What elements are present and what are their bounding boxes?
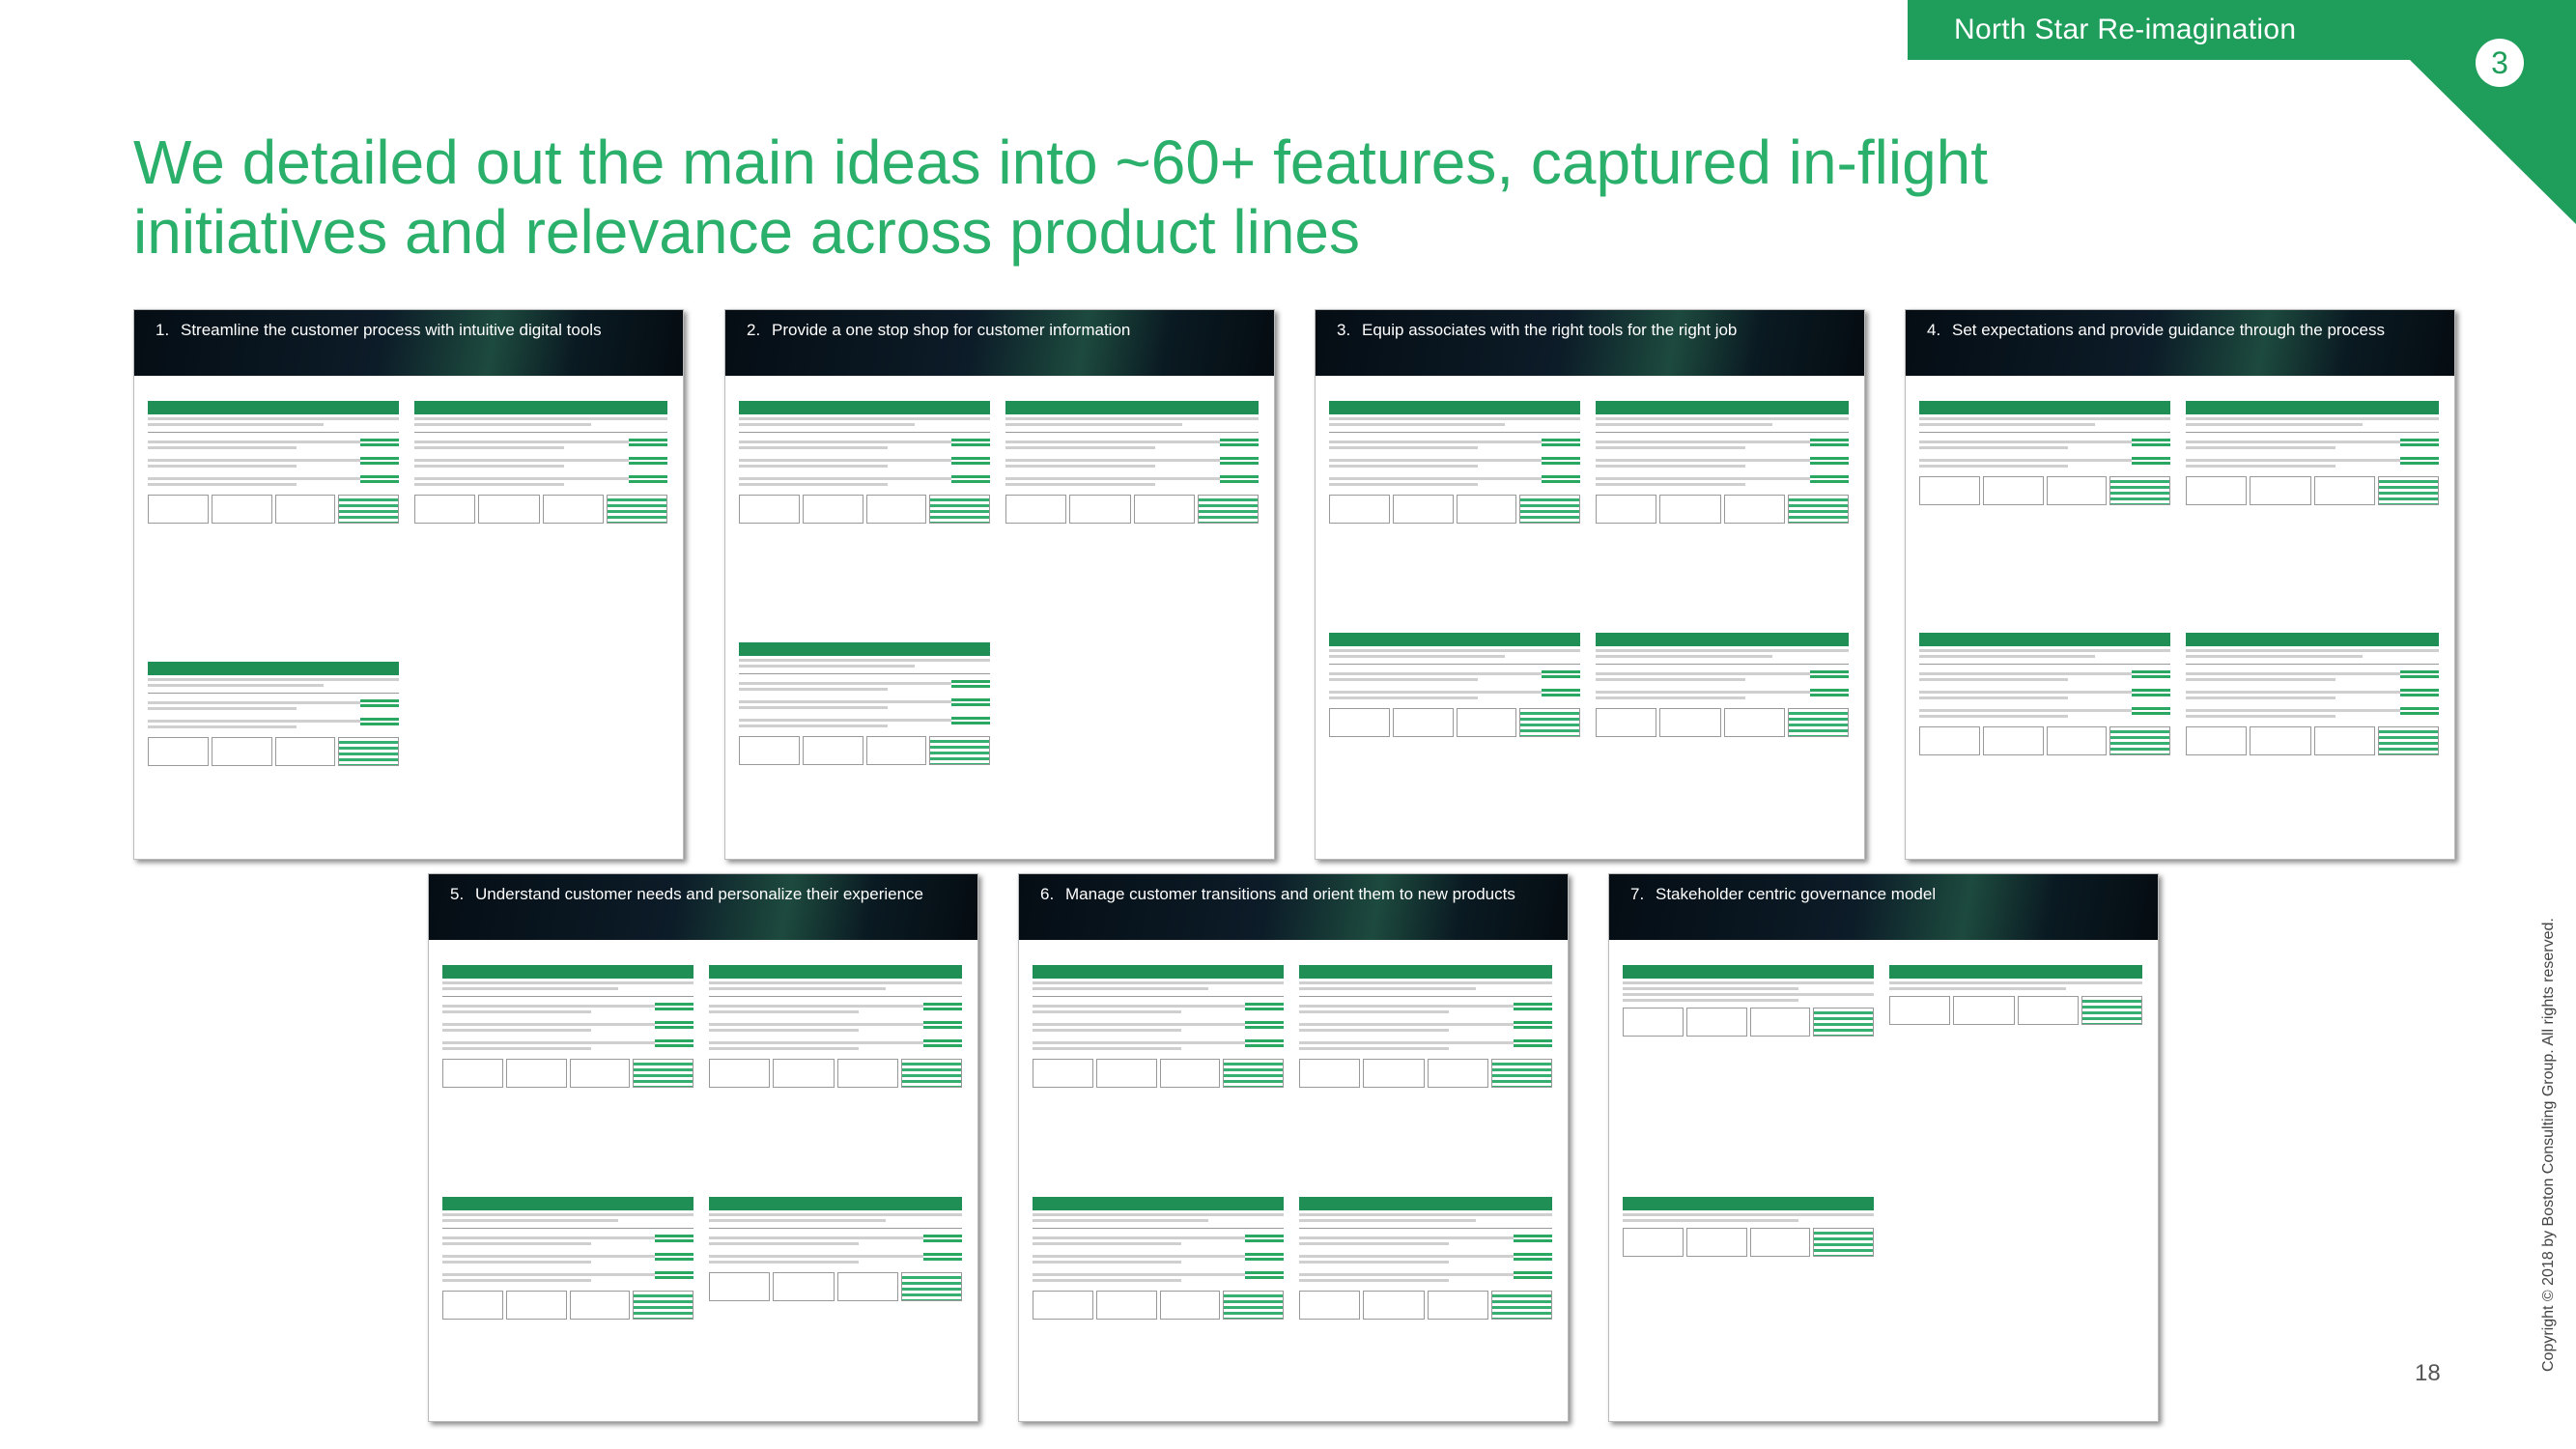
slide-thumbnail-number: 4. [1927,321,1941,339]
section-number-badge: 3 [2476,39,2524,87]
slide-thumbnail-body [1919,389,2441,847]
slide-thumbnail-title: Set expectations and provide guidance th… [1952,321,2385,339]
slide-thumbnail-4[interactable]: 4. Set expectations and provide guidance… [1905,309,2455,860]
slide-thumbnail-7[interactable]: 7. Stakeholder centric governance model [1608,873,2159,1422]
slide-thumbnail-title: Understand customer needs and personaliz… [475,885,923,903]
slide-thumbnail-header: 3. Equip associates with the right tools… [1316,310,1864,376]
slide-thumbnail-title: Stakeholder centric governance model [1656,885,1937,903]
slide-thumbnail-number: 7. [1630,885,1645,903]
slide-thumbnail-title: Streamline the customer process with int… [181,321,602,339]
slide-thumbnail-body [1033,953,1554,1409]
slide-thumbnail-body [1623,953,2144,1409]
slide-thumbnail-number: 3. [1337,321,1351,339]
slide-thumbnail-1[interactable]: 1. Streamline the customer process with … [133,309,684,860]
slide-thumbnail-6[interactable]: 6. Manage customer transitions and orien… [1018,873,1569,1422]
slide-thumbnail-5[interactable]: 5. Understand customer needs and persona… [428,873,978,1422]
slide-thumbnail-2[interactable]: 2. Provide a one stop shop for customer … [724,309,1275,860]
slide-thumbnail-number: 5. [450,885,465,903]
slide-thumbnail-title: Manage customer transitions and orient t… [1065,885,1515,903]
slide-thumbnail-header: 1. Streamline the customer process with … [134,310,683,376]
slide-thumbnail-header: 2. Provide a one stop shop for customer … [725,310,1274,376]
slide-thumbnail-header: 6. Manage customer transitions and orien… [1019,874,1568,940]
page-title-line2: initiatives and relevance across product… [133,197,1360,267]
page-title: We detailed out the main ideas into ~60+… [133,128,2258,267]
slide-thumbnail-title: Provide a one stop shop for customer inf… [772,321,1131,339]
section-number: 3 [2491,44,2508,80]
slide-thumbnail-header: 5. Understand customer needs and persona… [429,874,977,940]
slide-thumbnail-body [1329,389,1851,847]
slide-thumbnail-header: 4. Set expectations and provide guidance… [1906,310,2454,376]
section-banner: North Star Re-imagination [1908,0,2439,60]
slide-thumbnail-title: Equip associates with the right tools fo… [1362,321,1738,339]
corner-triangle [2410,0,2576,224]
slide-thumbnail-number: 1. [156,321,170,339]
banner-label: North Star Re-imagination [1954,14,2297,45]
slide-thumbnail-number: 2. [747,321,761,339]
slide-thumbnail-header: 7. Stakeholder centric governance model [1609,874,2158,940]
slide-thumbnail-number: 6. [1040,885,1055,903]
page-number: 18 [2415,1360,2441,1386]
copyright-notice: Copyright © 2018 by Boston Consulting Gr… [2540,918,2557,1372]
slide-thumbnail-3[interactable]: 3. Equip associates with the right tools… [1315,309,1865,860]
slide-thumbnail-body [148,389,669,847]
slide-thumbnail-body [442,953,964,1409]
slide-thumbnail-body [739,389,1260,847]
page-title-line1: We detailed out the main ideas into ~60+… [133,128,1989,197]
